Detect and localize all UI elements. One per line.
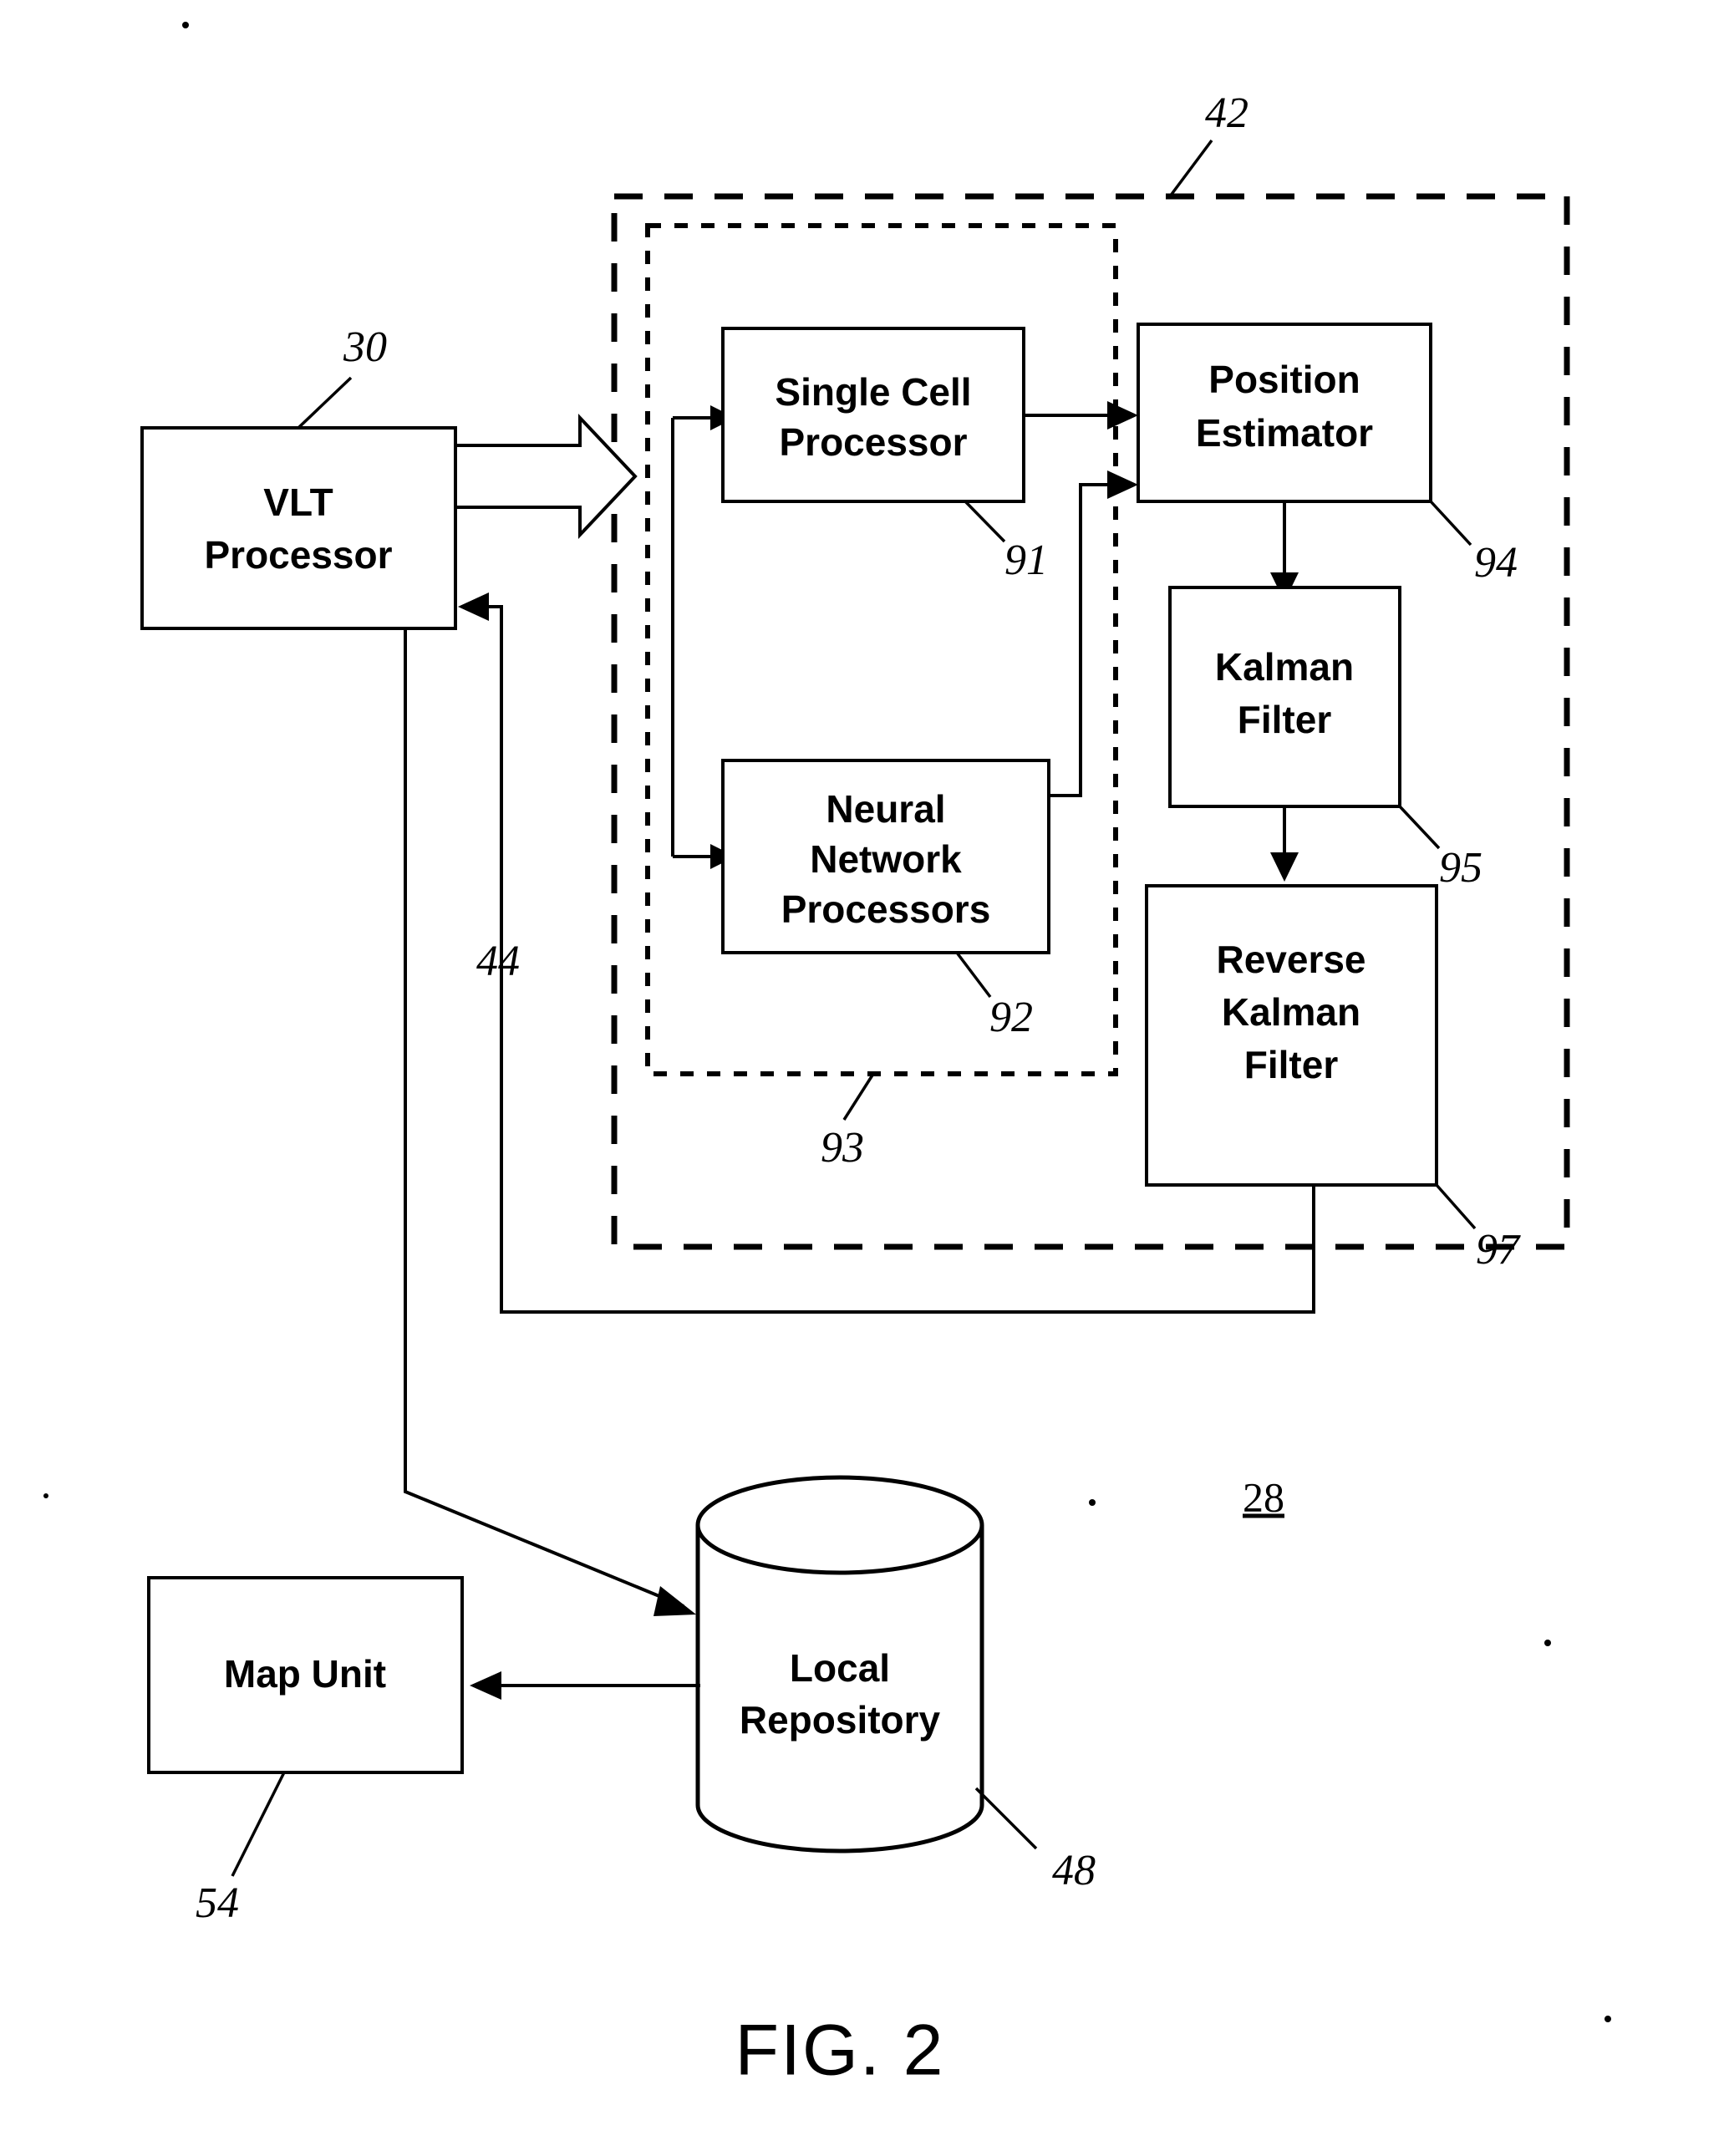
- leader-line-97: [1435, 1183, 1477, 1230]
- node-position-estimator-label-line2: Estimator: [1196, 411, 1373, 455]
- patent-figure: VLT Processor 30 Single Cell Processor 9…: [0, 0, 1724, 2156]
- node-reverse-kalman-label-line3: Filter: [1244, 1043, 1339, 1086]
- arrowhead-position-estimator-top: [1107, 401, 1138, 430]
- leader-line-30: [297, 376, 353, 430]
- node-map-unit-label-line1: Map Unit: [224, 1652, 386, 1696]
- node-single-cell-processor[interactable]: [721, 327, 1025, 503]
- node-reverse-kalman-filter[interactable]: [1145, 884, 1438, 1187]
- scan-speck: [1544, 1640, 1551, 1646]
- scan-speck: [182, 22, 189, 28]
- ref-label-95: 95: [1439, 844, 1482, 892]
- ref-label-93: 93: [821, 1124, 864, 1172]
- node-reverse-kalman-label-line1: Reverse: [1216, 938, 1365, 981]
- node-local-repository-top[interactable]: [695, 1475, 984, 1575]
- ref-label-42: 42: [1205, 89, 1249, 137]
- scan-speck: [1604, 2016, 1611, 2022]
- bus-block-arrow-icon: [454, 413, 638, 540]
- leader-line-93: [842, 1073, 875, 1121]
- wire-neural-to-position: [1049, 483, 1107, 797]
- wire-vlt-to-repository: [404, 628, 684, 1608]
- leader-line-42: [1168, 139, 1213, 198]
- node-local-repository-label-line1: Local: [790, 1646, 890, 1690]
- node-kalman-filter-label-line2: Filter: [1238, 698, 1332, 741]
- scan-speck: [1089, 1499, 1096, 1506]
- ref-label-48: 48: [1052, 1847, 1096, 1894]
- node-position-estimator-label-line1: Position: [1208, 358, 1360, 401]
- leader-line-95: [1398, 805, 1441, 850]
- node-neural-network-label-line2: Network: [810, 837, 962, 881]
- leader-line-92: [955, 951, 992, 999]
- ref-label-54: 54: [196, 1879, 239, 1927]
- node-vlt-processor-label-line1: VLT: [263, 481, 333, 524]
- node-vlt-processor-label-line2: Processor: [204, 533, 392, 577]
- ref-label-91: 91: [1004, 536, 1048, 584]
- ref-label-92: 92: [989, 994, 1033, 1041]
- ref-label-30: 30: [343, 323, 387, 371]
- ref-label-94: 94: [1474, 539, 1518, 587]
- node-neural-network-label-line3: Processors: [781, 887, 991, 931]
- node-kalman-filter[interactable]: [1168, 586, 1401, 808]
- leader-line-91: [964, 500, 1006, 543]
- figure-2-block-diagram: VLT Processor 30 Single Cell Processor 9…: [43, 22, 1611, 2091]
- arrowhead-position-estimator-bottom: [1107, 470, 1138, 499]
- arrowhead-reverse-kalman: [1270, 852, 1299, 882]
- node-single-cell-processor-label-line2: Processor: [779, 420, 967, 464]
- leader-line-94: [1429, 500, 1472, 547]
- ref-label-28: 28: [1243, 1473, 1284, 1520]
- node-neural-network-label-line1: Neural: [826, 787, 945, 831]
- arrowhead-vlt-feedback: [458, 592, 489, 621]
- scan-speck: [43, 1493, 48, 1498]
- node-vlt-processor[interactable]: [140, 426, 457, 630]
- node-kalman-filter-label-line1: Kalman: [1215, 645, 1354, 689]
- leader-line-48: [974, 1787, 1038, 1850]
- node-reverse-kalman-label-line2: Kalman: [1222, 990, 1360, 1034]
- ref-label-97: 97: [1476, 1226, 1521, 1274]
- arrowhead-map-unit: [470, 1671, 501, 1700]
- figure-caption: FIG. 2: [735, 2011, 945, 2091]
- leader-line-54: [231, 1772, 286, 1877]
- node-single-cell-processor-label-line1: Single Cell: [775, 370, 971, 414]
- arrowhead-repository: [653, 1586, 696, 1616]
- ref-label-44: 44: [476, 938, 520, 985]
- node-local-repository-label-line2: Repository: [740, 1698, 941, 1742]
